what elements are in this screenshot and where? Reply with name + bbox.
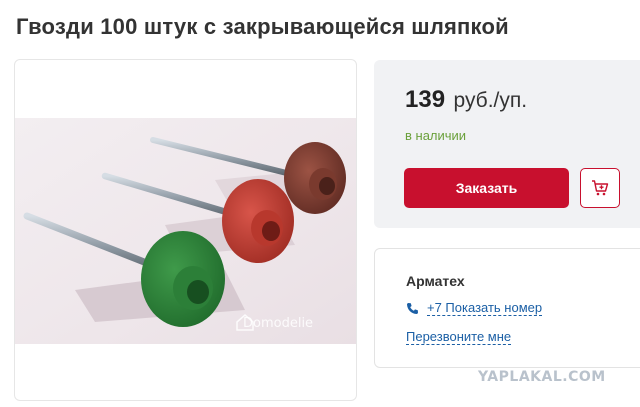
seller-name: Арматех: [406, 273, 465, 289]
price-value: 139: [405, 86, 446, 113]
show-phone-link[interactable]: +7 Показать номер: [427, 300, 543, 316]
price-panel: 139 руб./уп. в наличии Заказать: [374, 60, 640, 228]
price: 139 руб./уп.: [405, 86, 527, 114]
phone-row: +7 Показать номер: [406, 300, 543, 316]
order-button[interactable]: Заказать: [404, 168, 569, 208]
cart-plus-icon: [592, 180, 609, 196]
product-image[interactable]: Domodelie: [14, 59, 357, 401]
add-to-cart-button[interactable]: [580, 168, 620, 208]
seller-panel: Арматех +7 Показать номер Перезвоните мн…: [374, 248, 640, 368]
product-photo: [15, 118, 356, 344]
image-watermark: Domodelie: [243, 316, 314, 331]
price-unit: руб./уп.: [453, 89, 528, 112]
page-title: Гвозди 100 штук с закрывающейся шляпкой: [16, 14, 509, 39]
site-watermark: YAPLAKAL.COM: [478, 369, 606, 385]
availability-status: в наличии: [405, 128, 467, 143]
callback-link[interactable]: Перезвоните мне: [406, 329, 512, 345]
phone-icon: [407, 302, 418, 314]
